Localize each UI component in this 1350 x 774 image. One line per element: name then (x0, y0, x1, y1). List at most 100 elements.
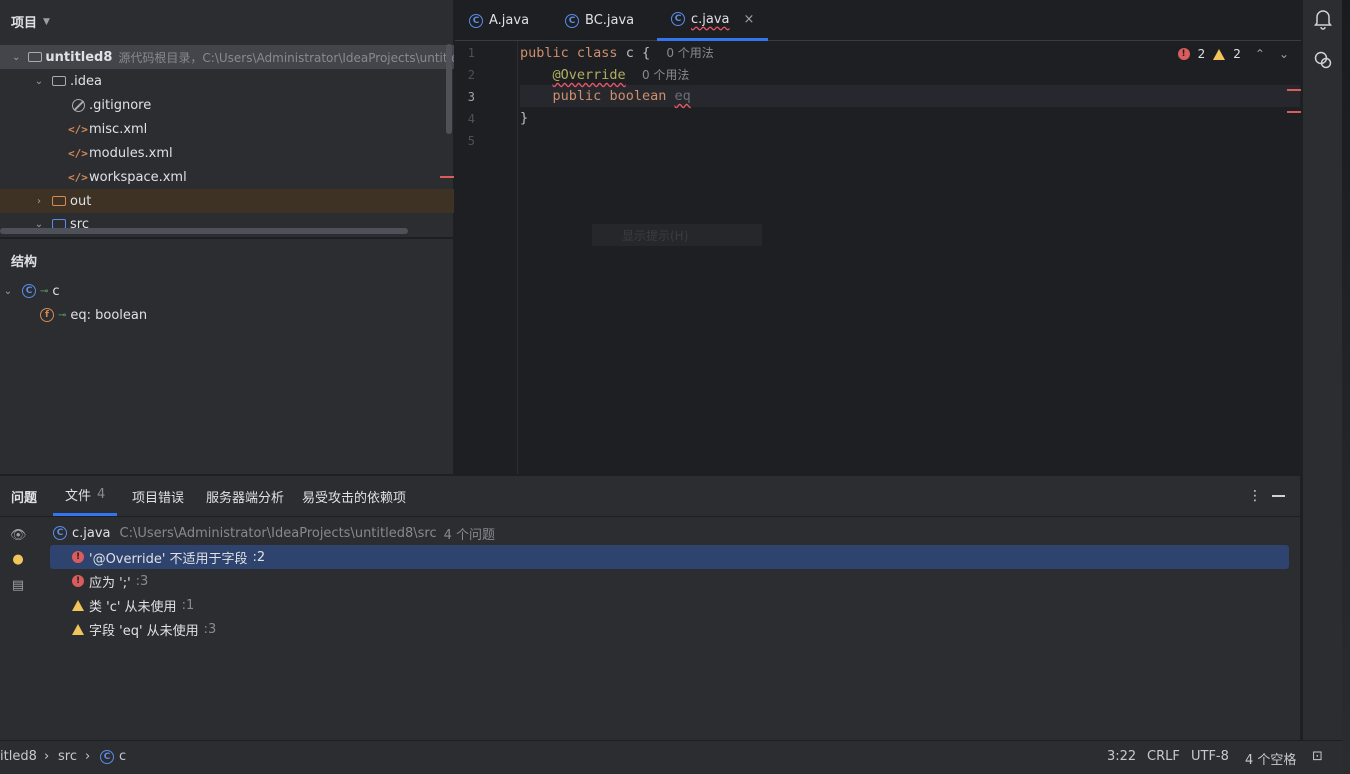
chevron-down-icon: ⌄ (3, 285, 13, 297)
inspection-widget[interactable]: ! 2 2 ⌃ ⌄ (1177, 47, 1289, 61)
usages-hint[interactable]: 0 个用法 (642, 68, 689, 82)
error-stripe-mark[interactable] (1287, 89, 1301, 91)
file-encoding[interactable]: UTF-8 (1191, 749, 1229, 764)
class-icon: C (469, 13, 483, 28)
problem-file-summary: 4 个问题 (443, 527, 496, 543)
structure-panel: 结构 ⌄ C ⊸ c f ⊸ eq: boolean (0, 238, 454, 474)
preview-icon[interactable]: ▤ (10, 578, 26, 594)
close-icon[interactable]: × (744, 12, 755, 27)
tab-file-count: 4 (97, 487, 106, 502)
chevron-down-icon: ▼ (43, 16, 50, 27)
eye-icon[interactable]: 👁 (10, 528, 27, 544)
class-icon: C (565, 13, 579, 28)
problem-item[interactable]: 字段 'eq' 从未使用 :3 (50, 617, 1289, 641)
problem-item[interactable]: ! '@Override' 不适用于字段 :2 (50, 545, 1289, 569)
tab-vulnerable-deps[interactable]: 易受攻击的依赖项 (302, 476, 406, 516)
tab-bc-java[interactable]: C BC.java (565, 0, 634, 41)
tree-item-modules-xml[interactable]: </> modules.xml (0, 141, 454, 165)
root-path: 源代码根目录，C:\Users\Administrator\IdeaProjec… (118, 50, 454, 65)
problem-location: :1 (181, 597, 195, 613)
breadcrumb-class[interactable]: C c (100, 749, 126, 764)
project-panel-title[interactable]: 项目 ▼ (11, 12, 50, 31)
class-icon: C (53, 526, 67, 540)
lightbulb-icon[interactable]: ● (10, 552, 26, 568)
error-icon: ! (1177, 48, 1190, 60)
tree-item-gitignore[interactable]: .gitignore (0, 93, 454, 117)
class-icon: C (22, 284, 36, 298)
chevron-right-icon: › (37, 195, 41, 207)
problem-text: 类 'c' 从未使用 (89, 599, 177, 615)
tree-item-misc-xml[interactable]: </> misc.xml (0, 117, 454, 141)
tab-label: 服务器端分析 (206, 490, 285, 506)
tree-item-out[interactable]: › out (0, 189, 454, 213)
code-line-1: public class c { 0 个用法 (520, 45, 714, 61)
tab-label: BC.java (585, 13, 635, 28)
error-icon: ! (72, 575, 84, 587)
problem-file-header[interactable]: C c.java C:\Users\Administrator\IdeaProj… (50, 521, 1289, 545)
structure-class-c[interactable]: ⌄ C ⊸ c (0, 279, 454, 303)
tab-c-java[interactable]: C c.java × (657, 0, 769, 41)
breadcrumb-project[interactable]: itled8 (0, 749, 37, 764)
status-bar: itled8 › src › C c 3:22 CRLF UTF-8 4 个空格… (0, 740, 1342, 774)
module-folder-icon (28, 49, 43, 65)
notifications-icon[interactable] (1313, 8, 1333, 30)
tree-item-label: workspace.xml (89, 169, 187, 185)
code-line-4: } (520, 110, 529, 126)
tree-item-workspace-xml[interactable]: </> workspace.xml (0, 165, 454, 189)
more-options-icon[interactable]: ⋮ (1248, 488, 1262, 504)
tree-item-label: .idea (70, 73, 102, 89)
excluded-folder-icon (51, 193, 67, 209)
ai-assistant-icon[interactable] (1313, 50, 1333, 70)
breadcrumb-src[interactable]: src (58, 749, 77, 764)
problem-item[interactable]: 类 'c' 从未使用 :1 (50, 593, 1289, 617)
structure-title: 结构 (11, 255, 38, 270)
tab-file[interactable]: 文件 4 (53, 476, 118, 516)
ignore-file-icon (70, 97, 86, 113)
code-editor[interactable]: 1 2 3 4 5 public class c { 0 个用法 @Overri… (455, 41, 1301, 474)
code-line-2: @Override 0 个用法 (552, 67, 690, 83)
code-line-3: public boolean eq (552, 88, 691, 104)
usages-hint[interactable]: 0 个用法 (666, 46, 713, 60)
chevron-down-icon[interactable]: ⌄ (1279, 47, 1289, 61)
error-stripe-mark[interactable] (1287, 111, 1301, 113)
line-separator[interactable]: CRLF (1147, 749, 1180, 764)
problems-title: 问题 (11, 476, 37, 516)
tab-project-errors[interactable]: 项目错误 (132, 476, 184, 516)
lock-icon[interactable]: ⊡ (1312, 749, 1323, 764)
structure-class-name: c (52, 283, 60, 299)
tree-item-label: .gitignore (89, 97, 152, 113)
field-icon: f (40, 308, 54, 322)
breadcrumb-separator: › (85, 749, 91, 764)
chevron-down-icon: ⌄ (12, 51, 21, 63)
problems-title-label: 问题 (11, 490, 38, 506)
error-count: 2 (1197, 47, 1206, 61)
chevron-up-icon[interactable]: ⌃ (1255, 47, 1265, 61)
structure-field-name: eq: boolean (70, 307, 148, 323)
minimize-icon[interactable] (1272, 495, 1285, 497)
problem-location: :3 (203, 621, 217, 637)
editor-tabs: C A.java C BC.java C c.java × (455, 0, 1301, 41)
structure-field-eq[interactable]: f ⊸ eq: boolean (0, 303, 454, 327)
problem-text: 应为 ';' (89, 575, 131, 591)
gutter-separator (517, 41, 518, 474)
tab-label: c.java (691, 11, 730, 27)
error-marker (440, 176, 454, 178)
tree-item-idea[interactable]: ⌄ .idea (0, 69, 454, 93)
indent-setting[interactable]: 4 个空格 (1245, 749, 1296, 768)
problem-item[interactable]: ! 应为 ';' :3 (50, 569, 1289, 593)
right-toolbar (1302, 0, 1342, 740)
line-number: 2 (467, 68, 475, 82)
tab-server-analysis[interactable]: 服务器端分析 (206, 476, 284, 516)
warning-count: 2 (1233, 47, 1241, 61)
tree-root-untitled8[interactable]: ⌄ untitled8 源代码根目录，C:\Users\Administrato… (0, 45, 454, 69)
tab-label: 易受攻击的依赖项 (302, 490, 407, 506)
problem-text: 字段 'eq' 从未使用 (89, 623, 199, 639)
tab-a-java[interactable]: C A.java (469, 0, 529, 41)
visibility-icon: ⊸ (58, 309, 67, 321)
tree-item-label: modules.xml (89, 145, 173, 161)
caret-position[interactable]: 3:22 (1107, 749, 1136, 764)
horizontal-scrollbar[interactable] (0, 228, 408, 234)
line-number: 3 (467, 90, 475, 104)
desktop-edge (1342, 0, 1350, 774)
root-name: untitled8 (45, 49, 113, 65)
